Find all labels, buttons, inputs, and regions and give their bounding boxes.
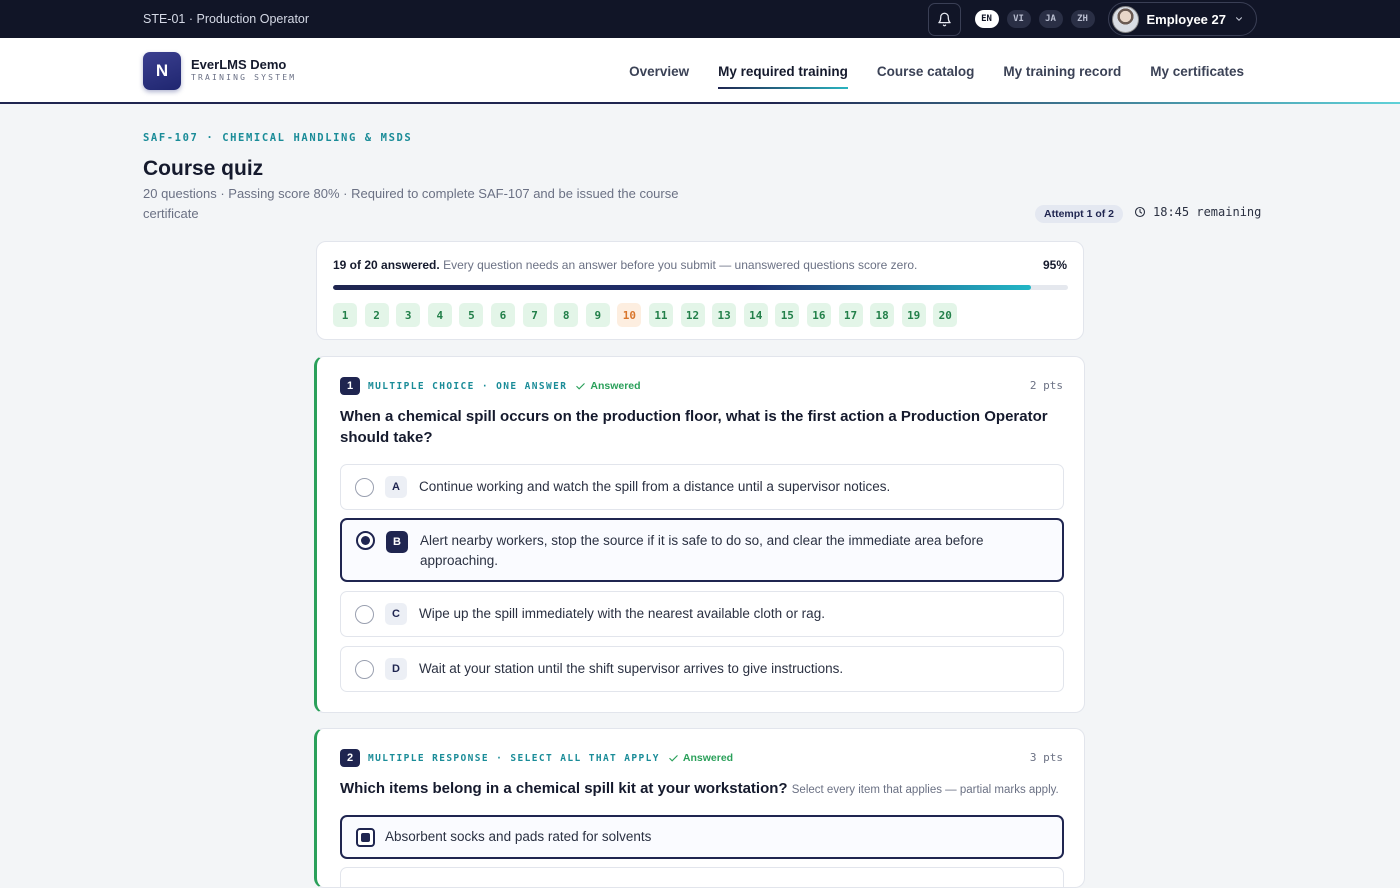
question-nav-11[interactable]: 11	[648, 303, 673, 327]
page-subtitle: 20 questions · Passing score 80% · Requi…	[143, 186, 679, 221]
clock-icon	[1134, 206, 1146, 218]
nav-course-catalog[interactable]: Course catalog	[877, 60, 975, 83]
option-text: Wait at your station until the shift sup…	[419, 661, 844, 676]
nav-overview[interactable]: Overview	[629, 60, 689, 83]
response-option-2[interactable]	[340, 867, 1064, 887]
option-text: Absorbent socks and pads rated for solve…	[385, 829, 652, 844]
org-label: STE-01 · Production Operator	[143, 12, 310, 26]
answered-count: 19 of 20 answered.	[333, 258, 440, 272]
question-nav-20[interactable]: 20	[933, 303, 958, 327]
option-text: Wipe up the spill immediately with the n…	[419, 606, 825, 621]
progress-note: Every question needs an answer before yo…	[443, 258, 918, 272]
question-text: Which items belong in a chemical spill k…	[340, 778, 1070, 801]
question-points: 3 pts	[1029, 751, 1063, 764]
answer-option-a[interactable]: A Continue working and watch the spill f…	[340, 464, 1064, 510]
question-nav-18[interactable]: 18	[870, 303, 895, 327]
lang-en-button[interactable]: EN	[974, 10, 999, 28]
status-label: Answered	[590, 380, 641, 392]
radio-button[interactable]	[355, 605, 374, 624]
top-bar-right: EN VI JA ZH Employee 27	[927, 2, 1257, 36]
brand-subtitle: TRAINING SYSTEM	[191, 73, 297, 82]
avatar	[1111, 5, 1139, 33]
question-card-1: 1 MULTIPLE CHOICE · ONE ANSWER Answered …	[314, 356, 1085, 713]
question-nav-6[interactable]: 6	[490, 303, 515, 327]
option-letter: C	[385, 603, 407, 625]
answer-option-b[interactable]: B Alert nearby workers, stop the source …	[340, 518, 1064, 582]
page-title: Course quiz	[143, 157, 264, 180]
question-type: MULTIPLE RESPONSE · SELECT ALL THAT APPL…	[368, 752, 660, 764]
question-navigator: 1 2 3 4 5 6 7 8 9 10 11 12 13 14 15 16 17 18 19 20	[333, 303, 958, 327]
question-points: 2 pts	[1029, 379, 1063, 392]
top-bar: STE-01 · Production Operator EN VI JA ZH…	[0, 0, 1400, 38]
question-nav-13[interactable]: 13	[712, 303, 737, 327]
option-text: Continue working and watch the spill fro…	[419, 479, 891, 494]
nav-my-required-training[interactable]: My required training	[718, 60, 848, 89]
status-label: Answered	[682, 752, 734, 764]
chevron-down-icon	[1235, 17, 1243, 21]
question-nav-9[interactable]: 9	[585, 303, 610, 327]
main-nav: Overview My required training Course cat…	[629, 38, 1244, 104]
nav-my-training-record[interactable]: My training record	[1003, 60, 1121, 83]
question-nav-2[interactable]: 2	[364, 303, 389, 327]
question-header: 2 MULTIPLE RESPONSE · SELECT ALL THAT AP…	[340, 749, 733, 767]
question-nav-16[interactable]: 16	[806, 303, 831, 327]
question-type: MULTIPLE CHOICE · ONE ANSWER	[368, 380, 568, 392]
radio-button-selected[interactable]	[356, 531, 375, 550]
response-option-1[interactable]: Absorbent socks and pads rated for solve…	[340, 815, 1064, 859]
breadcrumb[interactable]: SAF-107 · CHEMICAL HANDLING & MSDS	[143, 132, 412, 144]
progress-card: 19 of 20 answered. Every question needs …	[316, 241, 1084, 340]
bell-icon	[937, 12, 951, 26]
question-header: 1 MULTIPLE CHOICE · ONE ANSWER Answered	[340, 377, 641, 395]
check-icon	[669, 754, 678, 762]
question-nav-17[interactable]: 17	[838, 303, 863, 327]
question-text: When a chemical spill occurs on the prod…	[340, 408, 1048, 446]
progress-bar	[333, 285, 1068, 290]
question-nav-5[interactable]: 5	[459, 303, 484, 327]
question-nav-19[interactable]: 19	[901, 303, 926, 327]
question-nav-1[interactable]: 1	[333, 303, 357, 327]
question-nav-14[interactable]: 14	[743, 303, 768, 327]
lang-zh-button[interactable]: ZH	[1070, 10, 1095, 28]
logo[interactable]: N	[143, 52, 181, 90]
timer-text: 18:45 remaining	[1153, 205, 1262, 219]
quiz-timer: 18:45 remaining	[1134, 205, 1261, 219]
lang-ja-button[interactable]: JA	[1038, 10, 1063, 28]
radio-button[interactable]	[355, 660, 374, 679]
question-nav-15[interactable]: 15	[775, 303, 800, 327]
question-nav-8[interactable]: 8	[554, 303, 579, 327]
notifications-button[interactable]	[927, 2, 961, 36]
progress-percent: 95%	[1042, 258, 1067, 272]
nav-my-certificates[interactable]: My certificates	[1150, 60, 1244, 83]
progress-summary: 19 of 20 answered. Every question needs …	[333, 258, 917, 272]
option-text: Alert nearby workers, stop the source if…	[420, 533, 984, 568]
question-hint: Select every item that applies — partial…	[791, 784, 1059, 796]
radio-button[interactable]	[355, 478, 374, 497]
lang-vi-button[interactable]: VI	[1006, 10, 1031, 28]
option-letter: D	[385, 658, 407, 680]
answer-option-d[interactable]: D Wait at your station until the shift s…	[340, 646, 1064, 692]
option-letter: A	[385, 476, 407, 498]
question-number-badge: 1	[340, 377, 360, 395]
question-card-2: 2 MULTIPLE RESPONSE · SELECT ALL THAT AP…	[314, 728, 1085, 888]
attempt-badge: Attempt 1 of 2	[1035, 205, 1124, 223]
question-number-badge: 2	[340, 749, 360, 767]
answer-option-c[interactable]: C Wipe up the spill immediately with the…	[340, 591, 1064, 637]
user-name: Employee 27	[1146, 11, 1227, 27]
main-header: N EverLMS Demo TRAINING SYSTEM Overview …	[0, 38, 1400, 104]
question-nav-4[interactable]: 4	[427, 303, 452, 327]
question-nav-3[interactable]: 3	[396, 303, 421, 327]
question-text-main: Which items belong in a chemical spill k…	[340, 780, 788, 797]
brand-title: EverLMS Demo	[191, 57, 287, 72]
question-nav-7[interactable]: 7	[522, 303, 547, 327]
option-letter: B	[386, 531, 408, 553]
question-nav-12[interactable]: 12	[680, 303, 705, 327]
answered-status: Answered	[575, 380, 641, 392]
question-nav-10[interactable]: 10	[617, 303, 642, 327]
check-icon	[576, 382, 586, 390]
checkbox-checked[interactable]	[356, 828, 375, 847]
progress-bar-fill	[333, 285, 1032, 290]
user-menu-button[interactable]: Employee 27	[1107, 2, 1257, 36]
answered-status: Answered	[668, 752, 733, 764]
